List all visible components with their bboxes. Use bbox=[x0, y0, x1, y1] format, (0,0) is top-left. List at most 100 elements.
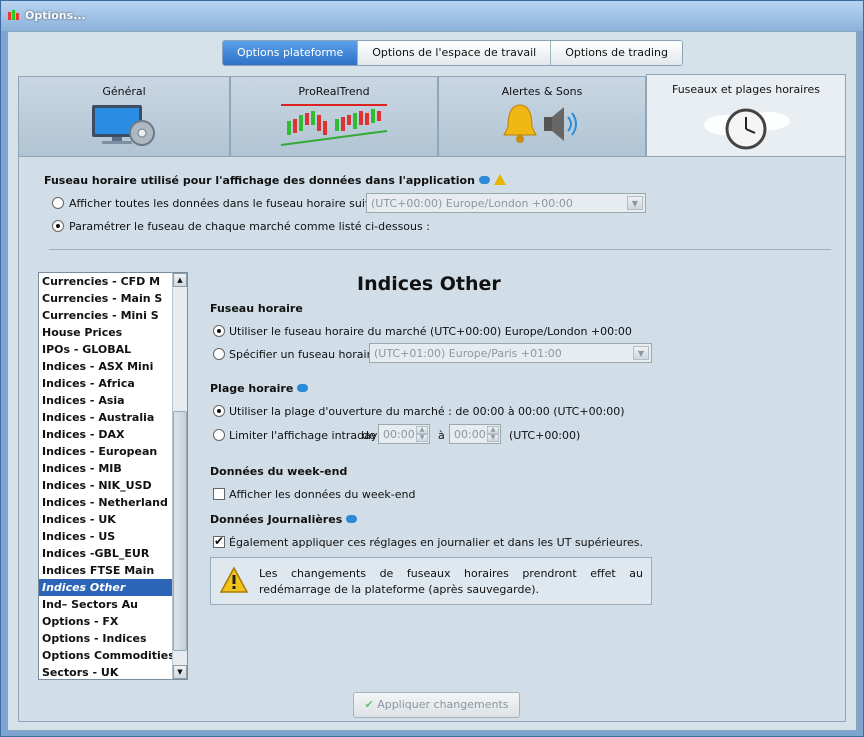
radio-market-hours-label: Utiliser la plage d'ouverture du marché … bbox=[229, 405, 625, 418]
help-bubble-icon[interactable] bbox=[297, 384, 309, 392]
list-item[interactable]: Indices - DAX bbox=[39, 426, 187, 443]
timezone-section-title-text: Fuseau horaire utilisé pour l'affichage … bbox=[44, 174, 475, 187]
daily-apply-checkbox[interactable] bbox=[213, 534, 225, 548]
weekend-checkbox-label: Afficher les données du week-end bbox=[229, 488, 416, 501]
list-item[interactable]: Options - Indices bbox=[39, 630, 187, 647]
list-item[interactable]: Indices - UK bbox=[39, 511, 187, 528]
market-list[interactable]: Currencies - CFD M Currencies - Main S Cur… bbox=[38, 272, 188, 680]
help-bubble-icon[interactable] bbox=[346, 515, 358, 523]
list-item[interactable]: Indices - Australia bbox=[39, 409, 187, 426]
scroll-up-icon[interactable]: ▲ bbox=[173, 273, 187, 287]
spin-up-icon[interactable]: ▲ bbox=[416, 426, 428, 434]
radio-limit-intraday[interactable] bbox=[213, 429, 225, 441]
list-item[interactable]: Indices - European bbox=[39, 443, 187, 460]
tab-general[interactable]: Général bbox=[18, 76, 230, 156]
scrollbar[interactable]: ▲ ▼ bbox=[172, 273, 187, 679]
weekend-checkbox[interactable] bbox=[213, 488, 225, 500]
app-candle-icon bbox=[8, 10, 19, 20]
tab-alertes-sons[interactable]: Alertes & Sons bbox=[438, 76, 646, 156]
scroll-down-icon[interactable]: ▼ bbox=[173, 665, 187, 679]
from-time-spinner[interactable]: 00:00 ▲ ▼ bbox=[378, 424, 430, 444]
spin-up-icon[interactable]: ▲ bbox=[487, 426, 499, 434]
from-time-value: 00:00 bbox=[383, 428, 415, 441]
tab-options-trading[interactable]: Options de trading bbox=[551, 41, 682, 65]
radio-market-timezone[interactable] bbox=[213, 325, 225, 337]
apply-changes-button[interactable]: ✔ Appliquer changements bbox=[353, 692, 520, 718]
divider bbox=[49, 249, 831, 250]
client-area: Options plateforme Options de l'espace d… bbox=[7, 31, 857, 731]
info-text: Les changements de fuseaux horaires pren… bbox=[259, 567, 643, 596]
candlestick-chart-icon bbox=[280, 104, 388, 146]
list-item[interactable]: Indices - MIB bbox=[39, 460, 187, 477]
list-item[interactable]: Options - FX bbox=[39, 613, 187, 630]
radio-all-data-timezone-label: Afficher toutes les données dans le fuse… bbox=[69, 197, 397, 210]
tab-prorealtrend-label: ProRealTrend bbox=[298, 85, 370, 98]
market-list-items: Currencies - CFD M Currencies - Main S Cur… bbox=[39, 273, 187, 679]
icon-tab-bar: Général ProRealTrend Alertes & Sons Fuse… bbox=[18, 74, 846, 156]
check-icon: ✔ bbox=[364, 698, 374, 711]
list-item[interactable]: Indices - Africa bbox=[39, 375, 187, 392]
spin-down-icon[interactable]: ▼ bbox=[487, 434, 499, 442]
tab-prorealtrend[interactable]: ProRealTrend bbox=[230, 76, 438, 156]
intraday-timezone-label: (UTC+00:00) bbox=[509, 429, 581, 442]
tab-alertes-sons-label: Alertes & Sons bbox=[501, 85, 583, 98]
radio-per-market-timezone-label: Paramétrer le fuseau de chaque marché co… bbox=[69, 220, 430, 233]
scroll-thumb[interactable] bbox=[173, 411, 187, 651]
list-item[interactable]: House Prices bbox=[39, 324, 187, 341]
tab-options-plateforme[interactable]: Options plateforme bbox=[223, 41, 359, 65]
global-timezone-select[interactable]: (UTC+00:00) Europe/London +00:00 ▼ bbox=[366, 193, 646, 213]
chevron-down-icon: ▼ bbox=[627, 196, 643, 210]
to-time-spinner[interactable]: 00:00 ▲ ▼ bbox=[449, 424, 501, 444]
plage-horaire-title: Plage horaire bbox=[210, 382, 309, 395]
list-item[interactable]: Indices -GBL_EUR bbox=[39, 545, 187, 562]
custom-timezone-value: (UTC+01:00) Europe/Paris +01:00 bbox=[374, 347, 562, 360]
options-window: Options... Options plateforme Options de… bbox=[0, 0, 864, 737]
apply-changes-label: Appliquer changements bbox=[377, 698, 509, 711]
radio-custom-timezone-label: Spécifier un fuseau horaire : bbox=[229, 348, 385, 361]
radio-all-data-timezone[interactable] bbox=[52, 197, 64, 209]
help-bubble-icon[interactable] bbox=[478, 176, 490, 184]
list-item[interactable]: Currencies - Main S bbox=[39, 290, 187, 307]
list-item[interactable]: Indices - ASX Mini bbox=[39, 358, 187, 375]
tab-fuseaux-plages-label: Fuseaux et plages horaires bbox=[671, 83, 821, 96]
list-item[interactable]: Indices - Asia bbox=[39, 392, 187, 409]
radio-market-timezone-label: Utiliser le fuseau horaire du marché (UT… bbox=[229, 325, 632, 338]
tab-fuseaux-plages[interactable]: Fuseaux et plages horaires bbox=[646, 74, 846, 156]
radio-per-market-timezone[interactable] bbox=[52, 220, 64, 232]
timezone-section-title: Fuseau horaire utilisé pour l'affichage … bbox=[44, 173, 506, 187]
list-item[interactable]: Currencies - Mini S bbox=[39, 307, 187, 324]
list-item[interactable]: Indices FTSE Main bbox=[39, 562, 187, 579]
world-clock-icon bbox=[704, 108, 790, 150]
radio-custom-timezone[interactable] bbox=[213, 348, 225, 360]
market-heading: Indices Other bbox=[357, 273, 501, 295]
info-box: Les changements de fuseaux horaires pren… bbox=[210, 557, 652, 605]
list-item[interactable]: Options Commodities bbox=[39, 647, 187, 664]
list-item[interactable]: Indices - NIK_USD bbox=[39, 477, 187, 494]
daily-data-title-text: Données Journalières bbox=[210, 513, 343, 526]
list-item[interactable]: Indices - Netherland bbox=[39, 494, 187, 511]
top-tab-bar: Options plateforme Options de l'espace d… bbox=[222, 40, 683, 66]
from-label: de bbox=[362, 429, 376, 442]
tab-general-label: Général bbox=[102, 85, 146, 98]
list-item[interactable]: Ind– Sectors Au bbox=[39, 596, 187, 613]
to-label: à bbox=[438, 429, 445, 442]
spin-down-icon[interactable]: ▼ bbox=[416, 434, 428, 442]
tab-options-espace-travail[interactable]: Options de l'espace de travail bbox=[358, 41, 552, 65]
list-item[interactable]: IPOs - GLOBAL bbox=[39, 341, 187, 358]
to-time-value: 00:00 bbox=[454, 428, 486, 441]
list-item[interactable]: Indices Other bbox=[39, 579, 187, 596]
radio-market-hours[interactable] bbox=[213, 405, 225, 417]
daily-apply-checkbox-label: Également appliquer ces réglages en jour… bbox=[229, 536, 643, 549]
window-title: Options... bbox=[25, 9, 86, 22]
daily-data-title: Données Journalières bbox=[210, 513, 358, 526]
list-item[interactable]: Sectors - UK bbox=[39, 664, 187, 679]
warning-icon bbox=[219, 566, 249, 593]
warning-icon bbox=[493, 174, 506, 185]
chevron-down-icon: ▼ bbox=[633, 346, 649, 360]
title-bar[interactable]: Options... bbox=[1, 1, 863, 31]
list-item[interactable]: Currencies - CFD M bbox=[39, 273, 187, 290]
radio-limit-intraday-label: Limiter l'affichage intraday bbox=[229, 429, 378, 442]
list-item[interactable]: Indices - US bbox=[39, 528, 187, 545]
monitor-gear-icon bbox=[92, 105, 155, 146]
custom-timezone-select[interactable]: (UTC+01:00) Europe/Paris +01:00 ▼ bbox=[369, 343, 652, 363]
